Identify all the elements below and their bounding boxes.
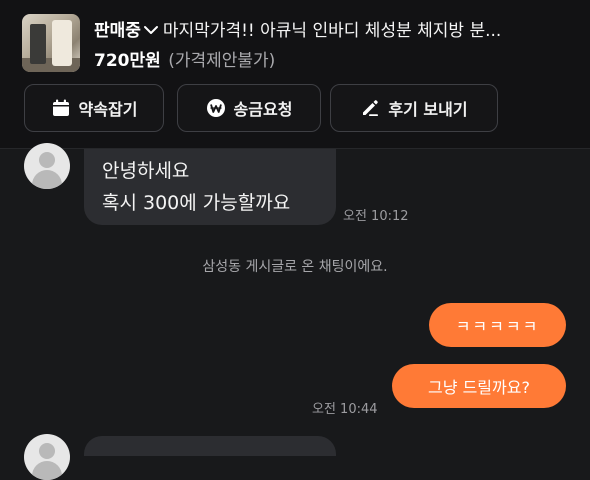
- incoming-message-bubble[interactable]: 안녕하세요 혹시 300에 가능할까요: [84, 149, 336, 225]
- product-title: 마지막가격!! 아큐닉 인바디 체성분 체지방 분...: [162, 21, 502, 41]
- sale-status-label[interactable]: 판매중: [94, 21, 141, 41]
- message-text-line: 혹시 300에 가능할까요: [102, 192, 291, 214]
- product-title-row: 판매중 마지막가격!! 아큐닉 인바디 체성분 체지방 분...: [94, 16, 584, 44]
- send-review-button[interactable]: 후기 보내기: [330, 84, 498, 132]
- chevron-down-icon[interactable]: [143, 23, 159, 37]
- seller-avatar[interactable]: [24, 143, 70, 189]
- chat-product-header: 판매중 마지막가격!! 아큐닉 인바디 체성분 체지방 분... 720만원 (가…: [0, 0, 590, 148]
- make-appointment-label: 약속잡기: [78, 100, 138, 119]
- product-thumbnail[interactable]: [22, 14, 80, 72]
- won-coin-icon: [206, 99, 225, 117]
- request-payment-label: 송금요청: [233, 100, 293, 119]
- message-text-line: 안녕하세요: [102, 160, 190, 182]
- incoming-message-bubble[interactable]: [84, 436, 336, 456]
- outgoing-message-bubble[interactable]: ㅋㅋㅋㅋㅋ: [429, 303, 566, 347]
- seller-avatar[interactable]: [24, 434, 70, 480]
- calendar-icon: [52, 99, 69, 116]
- price-note: (가격제안불가): [168, 51, 276, 71]
- request-payment-button[interactable]: 송금요청: [177, 84, 321, 132]
- outgoing-message-time: 오전 10:44: [312, 402, 378, 417]
- make-appointment-button[interactable]: 약속잡기: [24, 84, 164, 132]
- send-review-label: 후기 보내기: [388, 100, 468, 119]
- price-row: 720만원 (가격제안불가): [94, 46, 275, 71]
- outgoing-message-bubble[interactable]: 그냥 드릴까요?: [392, 364, 566, 408]
- pencil-icon: [363, 100, 379, 116]
- product-price: 720만원: [94, 51, 161, 71]
- incoming-message-time: 오전 10:12: [343, 209, 409, 224]
- chat-origin-notice: 삼성동 게시글로 온 채팅이에요.: [202, 259, 388, 275]
